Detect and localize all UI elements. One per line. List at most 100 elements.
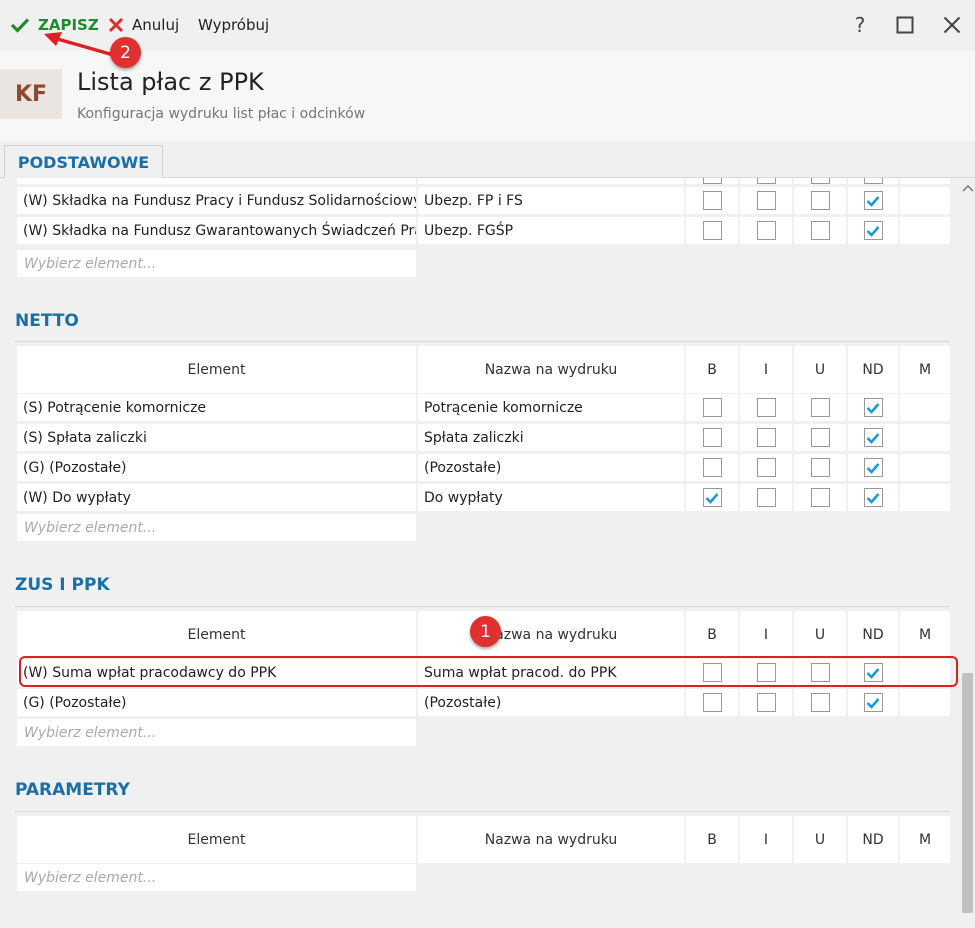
checkmark-icon [866, 195, 880, 207]
checkbox[interactable] [702, 693, 722, 712]
column-header-print-name[interactable]: Nazwa na wydruku [418, 816, 684, 863]
checkbox[interactable] [756, 178, 776, 184]
checkbox[interactable] [756, 398, 776, 417]
column-header-u[interactable]: U [794, 816, 846, 863]
element-picker-input[interactable]: Wybierz element... [17, 719, 416, 746]
checkbox[interactable] [810, 221, 830, 240]
checkbox-cell [848, 454, 898, 481]
checkbox[interactable] [756, 428, 776, 447]
checkbox[interactable] [702, 488, 722, 507]
checkbox[interactable] [756, 458, 776, 477]
checkbox[interactable] [702, 398, 722, 417]
checkbox[interactable] [863, 458, 883, 477]
column-header-m[interactable]: M [900, 611, 950, 658]
checkbox-cell [794, 484, 846, 511]
checkbox[interactable] [702, 191, 722, 210]
column-header-nd[interactable]: ND [848, 346, 898, 393]
checkbox[interactable] [863, 191, 883, 210]
checkbox[interactable] [702, 458, 722, 477]
element-picker-input[interactable]: Wybierz element... [17, 864, 416, 891]
column-header-b[interactable]: B [686, 611, 738, 658]
print-name-cell: Potrącenie komornicze [418, 394, 684, 421]
column-header-i[interactable]: I [740, 816, 792, 863]
checkbox[interactable] [863, 221, 883, 240]
checkbox-cell [686, 689, 738, 716]
checkbox-cell [740, 217, 792, 244]
checkbox[interactable] [810, 488, 830, 507]
checkmark-icon [866, 225, 880, 237]
checkbox[interactable] [756, 488, 776, 507]
checkbox[interactable] [810, 458, 830, 477]
column-header-b[interactable]: B [686, 346, 738, 393]
section-title-netto: NETTO [15, 311, 79, 331]
annotation-badge-1: 1 [470, 616, 501, 647]
scrollbar-thumb[interactable] [962, 673, 973, 913]
checkmark-icon [10, 18, 30, 33]
help-icon: ? [854, 13, 866, 37]
column-header-element[interactable]: Element [17, 611, 416, 658]
m-cell [900, 484, 950, 511]
section-divider [15, 606, 950, 607]
close-window-button[interactable] [940, 13, 964, 37]
column-header-i[interactable]: I [740, 346, 792, 393]
table-cell [900, 178, 950, 184]
cancel-button-label: Anuluj [132, 16, 180, 34]
checkbox[interactable] [756, 221, 776, 240]
column-header-nd[interactable]: ND [848, 816, 898, 863]
try-button[interactable]: Wypróbuj [198, 15, 269, 35]
column-header-u[interactable]: U [794, 346, 846, 393]
print-name-cell: Spłata zaliczki [418, 424, 684, 451]
checkbox[interactable] [863, 693, 883, 712]
element-cell: (W) Do wypłaty [17, 484, 416, 511]
checkbox[interactable] [810, 693, 830, 712]
checkbox-cell [740, 178, 792, 184]
element-cell: (W) Składka na Fundusz Gwarantowanych Św… [17, 217, 416, 244]
checkbox[interactable] [702, 428, 722, 447]
element-cell: (W) Składka na Fundusz Pracy i Fundusz S… [17, 187, 416, 214]
page-header: KF Lista płac z PPK Konfiguracja wydruku… [0, 50, 975, 142]
column-header-nd[interactable]: ND [848, 611, 898, 658]
element-picker-input[interactable]: Wybierz element... [17, 514, 416, 541]
checkbox[interactable] [863, 398, 883, 417]
checkbox-cell [686, 424, 738, 451]
column-header-m[interactable]: M [900, 816, 950, 863]
checkbox[interactable] [810, 428, 830, 447]
checkbox[interactable] [863, 428, 883, 447]
checkbox[interactable] [863, 488, 883, 507]
checkbox[interactable] [756, 693, 776, 712]
checkbox[interactable] [810, 178, 830, 184]
maximize-button[interactable] [893, 13, 917, 37]
checkbox[interactable] [702, 221, 722, 240]
m-cell [900, 217, 950, 244]
column-header-element[interactable]: Element [17, 346, 416, 393]
checkbox-cell [848, 394, 898, 421]
section-divider [15, 811, 950, 812]
scroll-up-icon[interactable] [960, 184, 975, 196]
checkbox[interactable] [810, 398, 830, 417]
checkbox-cell [686, 178, 738, 184]
checkbox[interactable] [863, 178, 883, 184]
checkbox-cell [740, 187, 792, 214]
column-header-element[interactable]: Element [17, 816, 416, 863]
help-button[interactable]: ? [848, 13, 872, 37]
column-header-m[interactable]: M [900, 346, 950, 393]
checkbox[interactable] [810, 191, 830, 210]
content-area: (W) Składka na Fundusz Pracy i Fundusz S… [0, 178, 960, 928]
checkmark-icon [705, 492, 719, 504]
column-header-b[interactable]: B [686, 816, 738, 863]
checkbox[interactable] [702, 178, 722, 184]
checkbox-cell [740, 689, 792, 716]
column-header-u[interactable]: U [794, 611, 846, 658]
vertical-scrollbar[interactable] [960, 178, 975, 928]
checkbox-cell [848, 187, 898, 214]
checkbox-cell [794, 394, 846, 421]
element-picker-input[interactable]: Wybierz element... [17, 250, 416, 277]
checkbox[interactable] [756, 191, 776, 210]
column-header-i[interactable]: I [740, 611, 792, 658]
checkbox-cell [848, 424, 898, 451]
column-header-print-name[interactable]: Nazwa na wydruku [418, 611, 684, 658]
checkbox-cell [794, 217, 846, 244]
column-header-print-name[interactable]: Nazwa na wydruku [418, 346, 684, 393]
element-cell: (S) Potrącenie komornicze [17, 394, 416, 421]
tab-podstawowe[interactable]: PODSTAWOWE [4, 145, 163, 179]
